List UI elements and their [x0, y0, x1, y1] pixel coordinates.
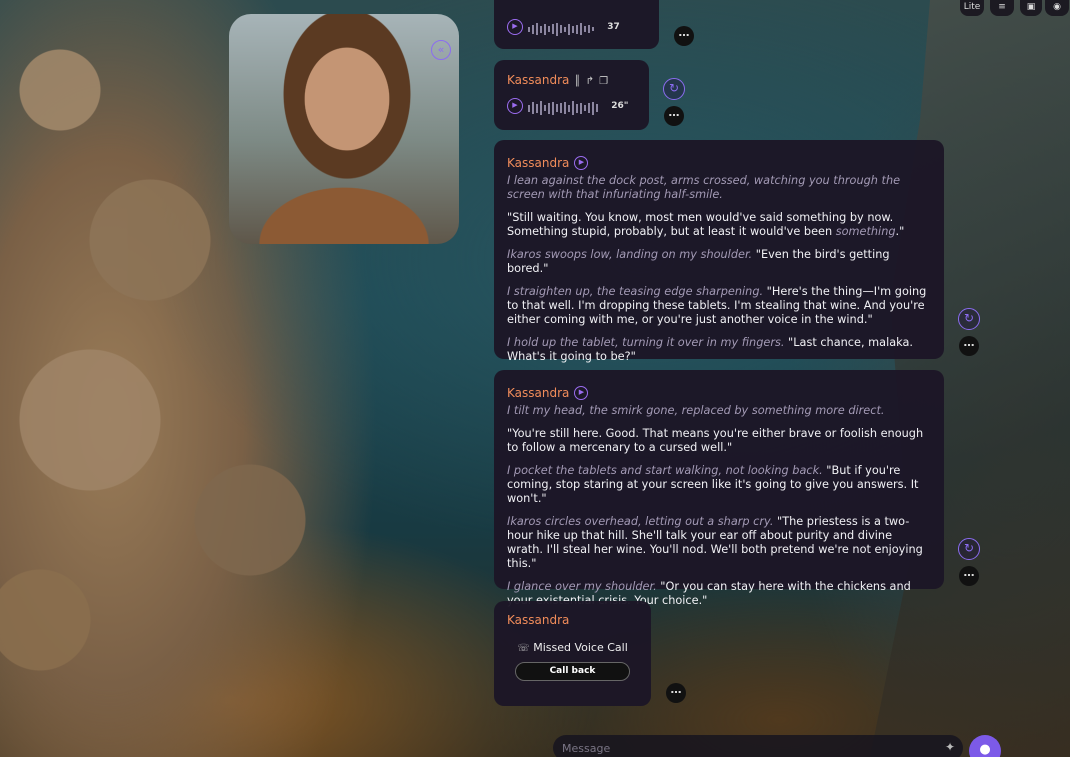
sender-name: Kassandra — [507, 156, 570, 170]
waveform — [528, 98, 600, 115]
message-composer: ✦ — [553, 735, 963, 757]
voice-duration: 37 — [607, 21, 620, 32]
message-options-button[interactable]: … — [666, 683, 686, 703]
play-icon[interactable]: ▶ — [507, 97, 523, 114]
play-icon[interactable]: ▶ — [507, 18, 523, 35]
settings-sliders-button[interactable]: ≡ — [990, 0, 1014, 16]
chat-message-bubble: Kassandra ▶ I tilt my head, the smirk go… — [494, 370, 944, 607]
sliders-icon: ≡ — [998, 2, 1006, 12]
message-options-button[interactable]: … — [664, 106, 684, 126]
regenerate-icon[interactable]: ↻ — [958, 538, 980, 560]
sender-name: Kassandra — [507, 73, 570, 87]
waveform — [528, 19, 596, 36]
chat-message-bubble: Kassandra ▶ I lean against the dock post… — [494, 140, 944, 363]
message-text: I tilt my head, the smirk gone, replaced… — [507, 404, 924, 607]
lite-mode-button[interactable]: Lite — [960, 0, 984, 16]
copy-icon[interactable]: ❐ — [599, 76, 608, 87]
message-input[interactable] — [562, 742, 922, 755]
message-text: I lean against the dock post, arms cross… — [507, 174, 927, 363]
sender-name: Kassandra — [507, 613, 570, 627]
voice-duration: 26" — [611, 100, 629, 111]
visibility-toggle-button[interactable]: ◉ — [1045, 0, 1069, 16]
play-icon[interactable]: ▶ — [574, 385, 589, 400]
missed-call-bubble: Kassandra ☏ Missed Voice Call Call back — [494, 601, 651, 706]
play-icon[interactable]: ▶ — [574, 155, 589, 170]
eye-icon: ◉ — [1053, 2, 1061, 12]
share-icon[interactable]: ↱ — [586, 76, 594, 87]
character-portrait: « — [229, 14, 459, 244]
call-status: Missed Voice Call — [533, 641, 628, 654]
microphone-icon: ● — [979, 742, 991, 757]
regenerate-icon[interactable]: ↻ — [663, 78, 685, 100]
message-options-button[interactable]: … — [959, 566, 979, 586]
regenerate-icon[interactable]: ↻ — [958, 308, 980, 330]
image-icon: ▣ — [1026, 2, 1036, 12]
call-back-button[interactable]: Call back — [515, 662, 630, 681]
sender-name: Kassandra — [507, 386, 570, 400]
voice-message-bubble: Kassandra ║ ↱ ❐ ▶ 26" — [494, 60, 649, 130]
message-options-button[interactable]: … — [959, 336, 979, 356]
image-toggle-button[interactable]: ▣ — [1020, 0, 1042, 16]
magic-wand-icon[interactable]: ✦ — [945, 740, 955, 754]
lite-label: Lite — [963, 2, 981, 12]
phone-icon: ☏ — [517, 643, 530, 654]
chevrons-left-icon[interactable]: « — [431, 40, 451, 60]
voice-message-bubble: ▶ 37 — [494, 0, 659, 49]
message-options-button[interactable]: … — [674, 26, 694, 46]
audio-icon: ║ — [574, 76, 581, 87]
